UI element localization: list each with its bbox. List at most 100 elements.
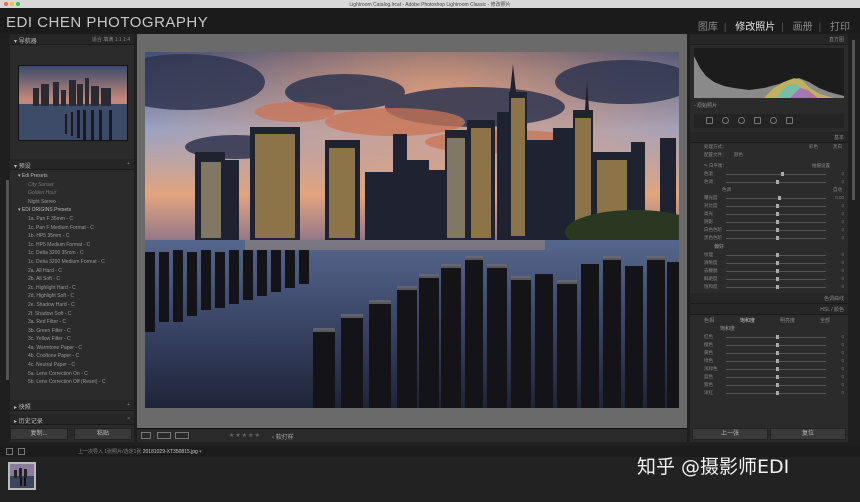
- slider-track[interactable]: [726, 198, 826, 199]
- slider-handle[interactable]: [776, 228, 779, 232]
- history-header[interactable]: ▸ 历史记录 ×: [10, 414, 134, 425]
- profile-value[interactable]: 颜色: [734, 151, 743, 159]
- slider-handle[interactable]: [776, 351, 779, 355]
- presets-header[interactable]: ▾ 预设 +: [10, 159, 134, 170]
- slider-handle[interactable]: [776, 269, 779, 273]
- dropdown-caret-icon[interactable]: ▾: [198, 449, 202, 455]
- slider-handle[interactable]: [778, 196, 781, 200]
- slider-value[interactable]: 0: [841, 234, 844, 242]
- histogram-header[interactable]: 直方图: [690, 34, 848, 45]
- right-panel-scrollbar[interactable]: [852, 40, 855, 200]
- module-book[interactable]: 画册: [793, 22, 813, 33]
- preset-item[interactable]: 3c. Yellow Filter - C: [18, 335, 134, 344]
- slider-handle[interactable]: [776, 236, 779, 240]
- preset-item[interactable]: 2c. Highlight Hard - C: [18, 284, 134, 293]
- soft-proof-toggle[interactable]: ▫ 软打样: [272, 432, 294, 441]
- hsl-tab-luminance[interactable]: 明亮度: [780, 317, 795, 324]
- preset-folder[interactable]: ▾ Edi Presets: [18, 172, 134, 181]
- wb-value[interactable]: 拍摄设置: [812, 162, 830, 170]
- grid-view-icon[interactable]: [18, 448, 25, 455]
- preset-item[interactable]: 1a. Pan F 35mm - C: [18, 215, 134, 224]
- reset-button[interactable]: 复位: [770, 428, 846, 440]
- preset-item[interactable]: 4c. Neutral Paper - C: [18, 361, 134, 370]
- adjustment-brush-icon[interactable]: [786, 117, 793, 124]
- slider-value[interactable]: 0: [841, 357, 844, 365]
- filmstrip-thumbnail[interactable]: [8, 462, 36, 490]
- zoom-1to1[interactable]: 1:1: [115, 37, 122, 43]
- slider-value[interactable]: 0: [841, 218, 844, 226]
- slider-value[interactable]: 0: [841, 283, 844, 291]
- red-eye-icon[interactable]: [738, 117, 745, 124]
- slider-handle[interactable]: [776, 261, 779, 265]
- preset-item[interactable]: 1c. Delta 3200 35mm - C: [18, 249, 134, 258]
- module-develop[interactable]: 修改照片: [735, 22, 775, 33]
- compare-view-icon[interactable]: [175, 432, 189, 439]
- slider-handle[interactable]: [776, 220, 779, 224]
- preset-item[interactable]: 3b. Green Filter - C: [18, 327, 134, 336]
- preset-item[interactable]: 1c. Delta 3200 Medium Format - C: [18, 258, 134, 267]
- module-print[interactable]: 打印: [830, 22, 850, 33]
- rating-stars[interactable]: ★★★★★: [229, 432, 261, 439]
- slider-value[interactable]: 0: [841, 210, 844, 218]
- zoom-fit[interactable]: 适合: [92, 37, 102, 43]
- slider-value[interactable]: 0: [841, 349, 844, 357]
- slider-handle[interactable]: [776, 253, 779, 257]
- left-panel-scrollbar[interactable]: [6, 180, 9, 380]
- slider-value[interactable]: 0: [841, 178, 844, 186]
- slider-track[interactable]: [726, 174, 826, 175]
- preset-item[interactable]: City Sunset: [18, 181, 134, 190]
- previous-button[interactable]: 上一张: [692, 428, 768, 440]
- add-snapshot-icon[interactable]: +: [127, 402, 130, 408]
- slider-value[interactable]: 0: [841, 333, 844, 341]
- secondary-display-icon[interactable]: [6, 448, 13, 455]
- module-library[interactable]: 图库: [698, 22, 718, 33]
- slider-handle[interactable]: [776, 285, 779, 289]
- slider-value[interactable]: 0: [841, 373, 844, 381]
- preset-item[interactable]: 5a. Lens Correction On - C: [18, 370, 134, 379]
- hsl-tab-all[interactable]: 全部: [820, 317, 830, 324]
- slider-handle[interactable]: [776, 383, 779, 387]
- navigator-zoom-options[interactable]: 适合 填满 1:1 1:4: [92, 36, 130, 43]
- crop-icon[interactable]: [706, 117, 713, 124]
- slider-handle[interactable]: [776, 335, 779, 339]
- auto-tone-button[interactable]: 自动: [833, 186, 842, 194]
- zoom-fill[interactable]: 填满: [103, 37, 113, 43]
- photo-canvas[interactable]: [137, 34, 687, 428]
- slider-handle[interactable]: [776, 212, 779, 216]
- treatment-color[interactable]: 彩色: [809, 143, 818, 151]
- slider-value[interactable]: 0: [841, 389, 844, 397]
- preset-item[interactable]: 1b. HP5 35mm - C: [18, 232, 134, 241]
- slider-value[interactable]: 0: [841, 251, 844, 259]
- slider-handle[interactable]: [781, 172, 784, 176]
- graduated-filter-icon[interactable]: [754, 117, 761, 124]
- slider-handle[interactable]: [776, 367, 779, 371]
- preset-item[interactable]: 2e. Shadow Hard - C: [18, 301, 134, 310]
- snapshots-header[interactable]: ▸ 快照 +: [10, 400, 134, 411]
- slider-value[interactable]: 0: [841, 341, 844, 349]
- slider-handle[interactable]: [776, 391, 779, 395]
- slider-value[interactable]: 0: [841, 275, 844, 283]
- navigator-preview[interactable]: [18, 65, 128, 141]
- slider-handle[interactable]: [776, 343, 779, 347]
- histogram[interactable]: [694, 48, 844, 98]
- hsl-tab-saturation[interactable]: 饱和度: [740, 317, 755, 324]
- slider-value[interactable]: 0: [841, 202, 844, 210]
- original-photo-toggle[interactable]: ▫ 原始照片: [690, 101, 848, 110]
- preset-item[interactable]: 4a. Warmtone Paper - C: [18, 344, 134, 353]
- hsl-tab-hue[interactable]: 色相: [704, 317, 714, 324]
- slider-value[interactable]: 0: [841, 381, 844, 389]
- clear-history-icon[interactable]: ×: [127, 416, 130, 422]
- slider-value[interactable]: 0: [841, 226, 844, 234]
- navigator-header[interactable]: ▾ 导航器 适合 填满 1:1 1:4: [10, 34, 134, 45]
- preset-item[interactable]: 4b. Cooltone Paper - C: [18, 352, 134, 361]
- preset-item[interactable]: 2b. All Soft - C: [18, 275, 134, 284]
- add-preset-icon[interactable]: +: [127, 161, 130, 167]
- before-after-icon[interactable]: [157, 432, 171, 439]
- slider-value[interactable]: 0: [841, 259, 844, 267]
- preset-item[interactable]: 3a. Red Filter - C: [18, 318, 134, 327]
- slider-handle[interactable]: [776, 204, 779, 208]
- preset-item[interactable]: Golden Hour: [18, 189, 134, 198]
- spot-removal-icon[interactable]: [722, 117, 729, 124]
- tone-curve-header[interactable]: 色调曲线: [690, 293, 848, 304]
- hsl-header[interactable]: HSL / 颜色: [690, 304, 848, 315]
